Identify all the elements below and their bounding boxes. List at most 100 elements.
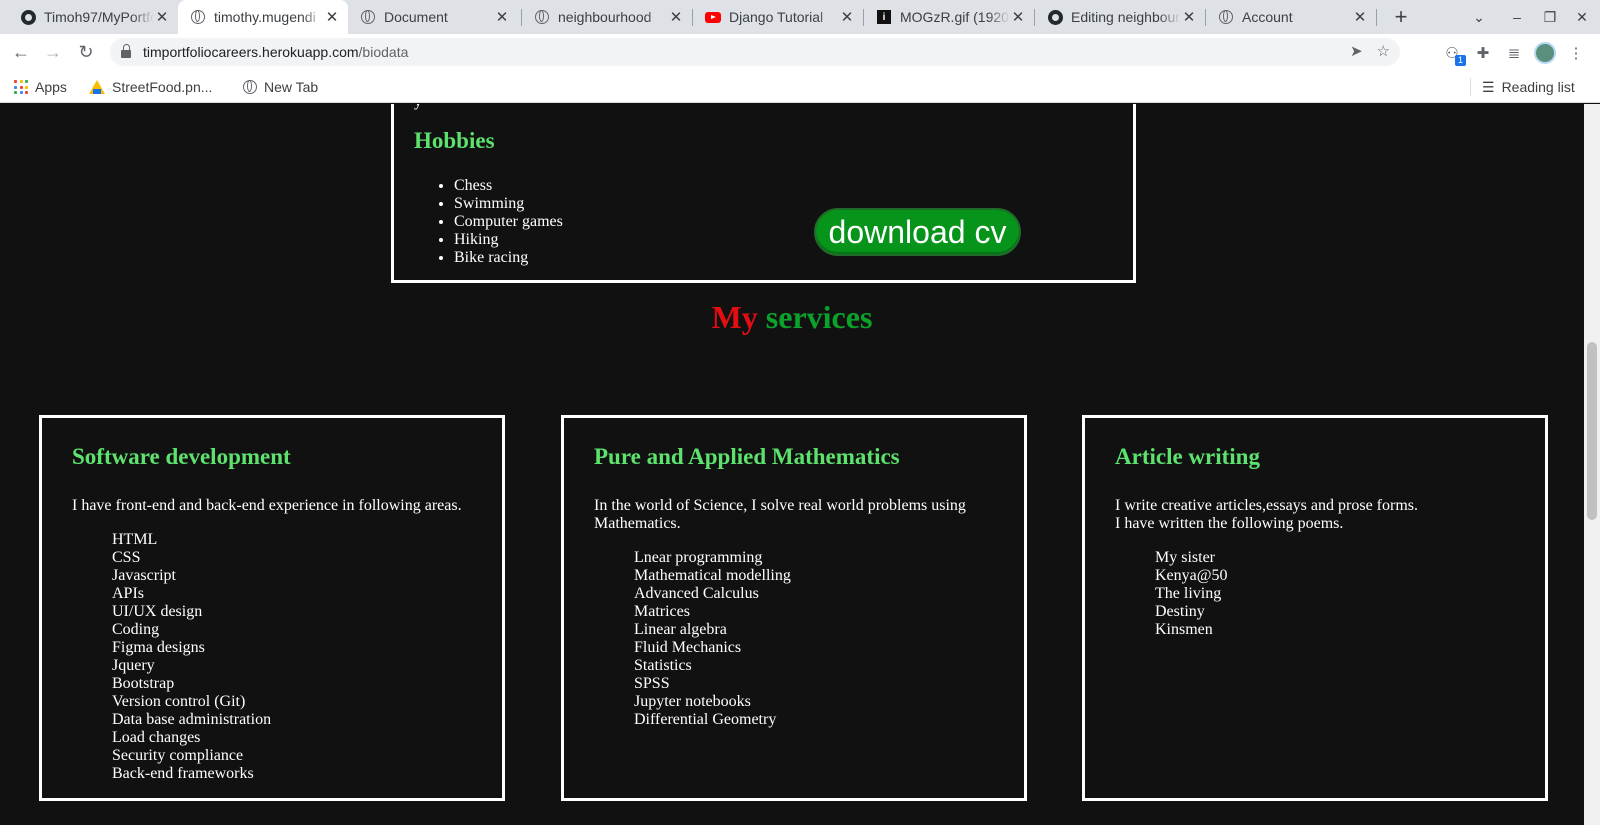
list-item: Kenya@50 xyxy=(1155,567,1228,584)
close-tab-icon[interactable]: ✕ xyxy=(494,8,510,26)
bookmarks-divider xyxy=(1470,78,1471,96)
tab-title: Editing neighbourhood xyxy=(1071,9,1181,25)
list-item: Hiking xyxy=(454,231,563,249)
list-item: Differential Geometry xyxy=(634,711,777,728)
list-item: Coding xyxy=(112,621,160,638)
services-heading-my: My xyxy=(711,299,758,335)
tab-title: MOGzR.gif (1920 xyxy=(900,9,1009,25)
lock-icon[interactable] xyxy=(121,44,131,58)
list-item: Computer games xyxy=(454,213,563,231)
page-viewport: y Hobbies Chess Swimming Computer games … xyxy=(0,104,1600,825)
profile-avatar[interactable] xyxy=(1534,42,1556,64)
reading-list-icon: ☰ xyxy=(1482,78,1495,95)
extension-icon[interactable]: ⚇ 1 xyxy=(1441,42,1466,66)
list-item: Fluid Mechanics xyxy=(634,639,742,656)
reading-list-button[interactable]: ☰ Reading list xyxy=(1482,76,1575,98)
github-icon xyxy=(20,9,36,25)
image-icon: i xyxy=(876,9,892,25)
tab-search-chevron-icon[interactable]: ⌄ xyxy=(1464,0,1494,34)
close-tab-icon[interactable]: ✕ xyxy=(1352,8,1368,26)
tab-1[interactable]: Timoh97/MyPortfolio ✕ xyxy=(8,0,178,34)
list-item: Version control (Git) xyxy=(112,693,246,710)
list-item: UI/UX design xyxy=(112,603,203,620)
close-tab-icon[interactable]: ✕ xyxy=(668,8,684,26)
url-text: timportfoliocareers.herokuapp.com/biodat… xyxy=(143,44,408,60)
bookmark-star-icon[interactable]: ☆ xyxy=(1377,42,1390,60)
restore-icon[interactable]: ❐ xyxy=(1535,0,1565,34)
list-item: Bootstrap xyxy=(112,675,175,692)
list-item: Destiny xyxy=(1155,603,1205,620)
service-card-title: Pure and Applied Mathematics xyxy=(594,444,900,469)
puzzle-extensions-icon[interactable]: ✚ xyxy=(1472,42,1494,64)
services-heading: My services xyxy=(0,299,1584,336)
tab-title: neighbourhood xyxy=(558,9,652,25)
menu-kebab-icon[interactable]: ⋮ xyxy=(1565,42,1587,64)
intro-line: I have written the following poems. xyxy=(1115,515,1344,532)
bookmark-apps[interactable]: Apps xyxy=(14,76,67,98)
youtube-icon xyxy=(705,9,721,25)
globe-icon xyxy=(243,80,257,94)
close-tab-icon[interactable]: ✕ xyxy=(1181,8,1197,26)
list-item: Lnear programming xyxy=(634,549,763,566)
list-item: Statistics xyxy=(634,657,692,674)
address-bar[interactable]: timportfoliocareers.herokuapp.com/biodat… xyxy=(110,38,1400,66)
tab-6[interactable]: i MOGzR.gif (1920 ✕ xyxy=(864,0,1034,34)
list-item: Kinsmen xyxy=(1155,621,1213,638)
bookmark-streetfood[interactable]: StreetFood.pn... xyxy=(89,76,212,98)
service-card-software: Software development I have front-end an… xyxy=(39,415,505,801)
tab-separator xyxy=(1376,9,1377,26)
list-item: The living xyxy=(1155,585,1222,602)
tab-4[interactable]: neighbourhood ✕ xyxy=(522,0,692,34)
send-icon[interactable]: ➤ xyxy=(1350,42,1363,60)
globe-icon xyxy=(360,9,376,25)
list-item: HTML xyxy=(112,531,158,548)
close-tab-icon[interactable]: ✕ xyxy=(154,8,170,26)
close-tab-icon[interactable]: ✕ xyxy=(1010,8,1026,26)
download-cv-button[interactable]: download cv xyxy=(814,208,1021,256)
close-tab-icon[interactable]: ✕ xyxy=(324,8,340,26)
poem-list: My sister Kenya@50 The living Destiny Ki… xyxy=(1155,549,1228,639)
extension-badge: 1 xyxy=(1455,55,1466,66)
tab-5[interactable]: Django Tutorial ✕ xyxy=(693,0,863,34)
list-item: Matrices xyxy=(634,603,690,620)
forward-arrow-icon[interactable]: → xyxy=(41,40,65,64)
hobbies-list: Chess Swimming Computer games Hiking Bik… xyxy=(454,177,563,267)
close-tab-icon[interactable]: ✕ xyxy=(839,8,855,26)
close-window-icon[interactable]: ✕ xyxy=(1567,0,1597,34)
tab-7[interactable]: Editing neighbourhood ✕ xyxy=(1035,0,1205,34)
list-item: Advanced Calculus xyxy=(634,585,759,602)
tab-2-active[interactable]: timothy.mugendi ✕ xyxy=(178,0,348,34)
back-arrow-icon[interactable]: ← xyxy=(9,40,33,64)
list-item: Javascript xyxy=(112,567,176,584)
apps-grid-icon xyxy=(14,80,28,94)
bookmark-new-tab[interactable]: New Tab xyxy=(243,76,318,98)
service-skill-list: HTML CSS Javascript APIs UI/UX design Co… xyxy=(112,531,271,783)
services-heading-services: services xyxy=(765,299,873,335)
url-host: timportfoliocareers.herokuapp.com xyxy=(143,44,359,60)
page-scrollbar[interactable] xyxy=(1584,104,1600,825)
intro-line: I write creative articles,essays and pro… xyxy=(1115,497,1418,514)
new-tab-plus-icon[interactable]: + xyxy=(1388,4,1414,30)
bookmark-label: Apps xyxy=(35,79,67,95)
url-path: /biodata xyxy=(358,44,409,60)
tab-3[interactable]: Document ✕ xyxy=(348,0,518,34)
tab-title: timothy.mugendi xyxy=(214,9,316,25)
reading-list-label: Reading list xyxy=(1501,79,1575,95)
cut-off-text: y xyxy=(414,104,422,111)
reload-icon[interactable]: ↻ xyxy=(74,40,98,64)
scrollbar-thumb[interactable] xyxy=(1587,342,1597,520)
service-card-intro: I have front-end and back-end experience… xyxy=(72,497,462,514)
list-item: My sister xyxy=(1155,549,1215,566)
google-drive-icon xyxy=(89,80,105,94)
list-item: CSS xyxy=(112,549,141,566)
service-card-title: Article writing xyxy=(1115,444,1260,469)
service-skill-list: Lnear programming Mathematical modelling… xyxy=(634,549,791,729)
media-queue-icon[interactable]: ≣ xyxy=(1503,42,1525,64)
list-item: Swimming xyxy=(454,195,563,213)
tab-8[interactable]: Account ✕ xyxy=(1206,0,1376,34)
service-card-mathematics: Pure and Applied Mathematics In the worl… xyxy=(561,415,1027,801)
service-card-title: Software development xyxy=(72,444,291,469)
bookmark-label: New Tab xyxy=(264,79,319,95)
bookmark-label: StreetFood.pn... xyxy=(112,79,213,95)
minimize-icon[interactable]: – xyxy=(1502,0,1532,34)
